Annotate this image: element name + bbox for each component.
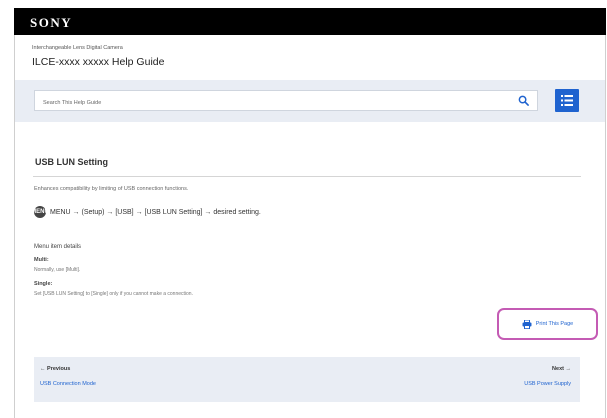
page-description: Enhances compatibility by limiting of US… [34,186,189,192]
search-box [34,90,538,113]
heading-divider [33,176,581,177]
menu-path-text: MENU → (Setup) → [USB] → [USB LUN Settin… [50,208,261,216]
menu-button-icon: MENU [31,206,49,218]
sony-logo[interactable]: SONY [30,15,72,31]
page-title: USB LUN Setting [35,157,108,167]
print-page-label: Print This Page [535,321,574,327]
search-icon[interactable] [518,95,529,106]
menu-path: MENU MENU → (Setup) → [USB] → [USB LUN S… [31,205,261,219]
next-label: Next → [552,366,571,372]
product-name: Interchangeable Lens Digital Camera [32,45,123,51]
page-navigation [34,357,580,402]
option-name: Single: [34,281,53,287]
details-heading: Menu item details [34,244,82,250]
list-icon [561,95,573,106]
previous-label: ← Previous [40,366,71,372]
site-header: SONY [14,8,606,35]
guide-title[interactable]: ILCE-xxxx xxxxx Help Guide [32,56,164,68]
option-description: Normally, use [Multi]. [34,267,81,273]
search-input[interactable] [35,93,505,113]
previous-page-link[interactable]: USB Connection Mode [40,381,96,387]
option-name: Multi: [34,257,49,263]
option-description: Set [USB LUN Setting] to [Single] only i… [34,291,193,297]
next-page-link[interactable]: USB Power Supply [524,381,571,387]
print-page-button[interactable]: Print This Page [497,308,598,340]
toc-menu-button[interactable] [555,89,579,112]
printer-icon [522,319,532,329]
